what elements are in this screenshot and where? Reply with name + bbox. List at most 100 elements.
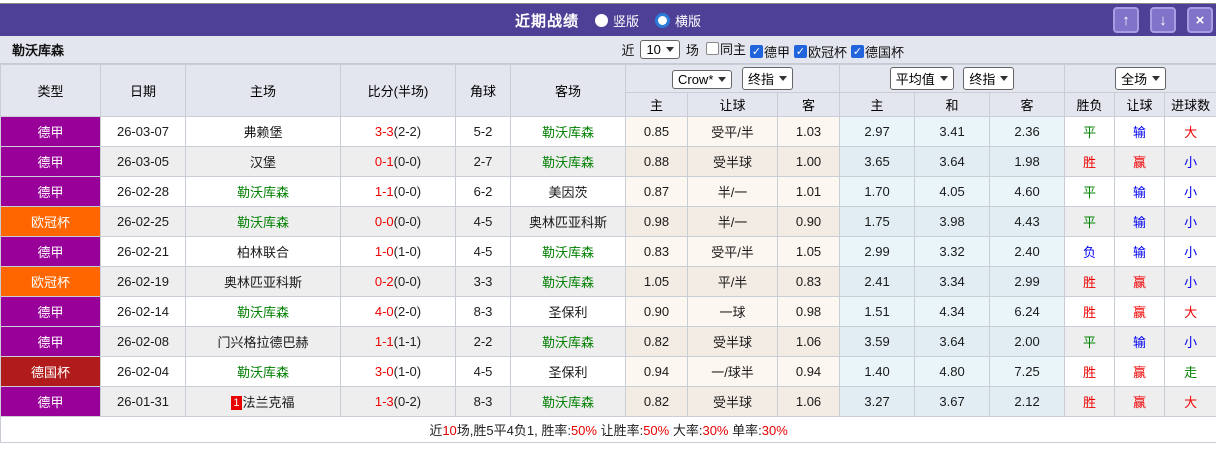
titlebar-buttons: ↑ ↓ × [1113,7,1213,33]
filter-checkbox-同主[interactable]: 同主 [705,39,746,58]
avg-away-cell: 2.36 [989,116,1066,147]
subcol-avg-draw: 和 [914,92,991,117]
avg-draw-cell: 4.34 [914,296,991,327]
league-filter-checkboxes: 同主 ✓ 德甲 ✓ 欧冠杯 ✓ 德国杯 [702,39,904,61]
panel-title: 近期战绩 [514,12,579,30]
score-cell: 1-3(0-2) [340,386,456,417]
filter-checkbox-德国杯[interactable]: ✓ 德国杯 [850,42,904,61]
avg-home-cell: 3.65 [839,146,916,177]
layout-option-horizontal[interactable]: 横版 [655,11,701,30]
summary-stat-value: 30% [761,423,788,438]
odds-away-cell: 1.06 [776,386,841,417]
date-cell: 26-03-05 [100,146,186,177]
away-team-cell: 勒沃库森 [510,326,626,357]
filter-checkbox-德甲[interactable]: ✓ 德甲 [749,42,790,61]
recent-count-select[interactable]: 10 [640,40,680,59]
home-team-name: 门兴格拉德巴赫 [217,335,309,350]
layout-option-vertical[interactable]: 竖版 [594,11,639,30]
result-wdl-cell: 胜 [1064,296,1116,327]
move-up-button[interactable]: ↑ [1113,7,1139,33]
odds-handicap-cell: 平/半 [687,266,778,297]
avg-home-cell: 2.99 [839,236,916,267]
bookmaker-group-header: Crow* 终指 [624,64,841,93]
odds-handicap-cell: 受半球 [687,146,778,177]
close-button[interactable]: × [1187,7,1213,33]
halftime-score: (0-0) [393,274,422,289]
bookmaker-select[interactable]: Crow* [671,70,733,89]
avg-draw-cell: 3.64 [914,146,991,177]
avg-draw-cell: 3.34 [914,266,991,297]
odds-home-cell: 0.85 [625,116,688,147]
odds-away-cell: 1.05 [776,236,841,267]
result-goals-cell: 大 [1164,116,1216,147]
match-row: 德国杯 26-02-04 勒沃库森 3-0(1-0) 4-5 圣保利 0.94 一/球半 0.9… [0,356,1216,387]
summary-stat-value: 30% [702,423,729,438]
odds-away-cell: 0.90 [776,206,841,237]
halftime-score: (0-2) [393,394,422,409]
result-goals-cell: 小 [1164,146,1216,177]
date-cell: 26-02-25 [100,206,186,237]
away-team-cell: 勒沃库森 [510,116,626,147]
date-cell: 26-02-28 [100,176,186,207]
date-cell: 26-01-31 [100,386,186,417]
league-cell: 德甲 [0,146,101,177]
chevron-down-icon [665,47,674,52]
checkbox-checked-icon: ✓ [793,44,807,58]
date-cell: 26-03-07 [100,116,186,147]
odds-handicap-cell: 一/球半 [687,356,778,387]
home-team-cell: 奥林匹亚科斯 [185,266,341,297]
chevron-down-icon [718,77,727,82]
score-cell: 0-2(0-0) [340,266,456,297]
average-group-header: 平均值 终指 [839,64,1066,93]
home-team-cell: 勒沃库森 [185,206,341,237]
result-handicap-cell: 赢 [1114,266,1166,297]
odds-away-cell: 0.94 [776,356,841,387]
odds-stage-select-1[interactable]: 终指 [742,67,794,90]
avg-home-cell: 1.75 [839,206,916,237]
home-team-name: 勒沃库森 [236,215,289,230]
result-wdl-cell: 平 [1064,176,1116,207]
odds-home-cell: 0.88 [625,146,688,177]
subcol-avg-home: 主 [839,92,916,117]
result-handicap-cell: 输 [1114,206,1166,237]
result-handicap-cell: 赢 [1114,356,1166,387]
date-cell: 26-02-08 [100,326,186,357]
recent-count-value: 10 [646,42,661,57]
odds-home-cell: 0.82 [625,386,688,417]
avg-draw-cell: 3.41 [914,116,991,147]
rank-badge: 1 [231,396,242,410]
away-team-name: 圣保利 [548,305,588,320]
home-team-cell: 1 法兰克福 [185,386,341,417]
average-select[interactable]: 平均值 [889,67,954,90]
league-cell: 欧冠杯 [0,206,101,237]
layout-option-horizontal-label: 横版 [675,13,702,29]
halftime-score: (1-0) [393,364,422,379]
home-team-name: 勒沃库森 [236,305,289,320]
summary-text: 近 [429,423,443,438]
away-team-name: 美因茨 [548,185,588,200]
move-down-button[interactable]: ↓ [1150,7,1176,33]
corner-cell: 8-3 [455,296,511,327]
result-handicap-cell: 输 [1114,326,1166,357]
odds-away-cell: 1.01 [776,176,841,207]
summary-row: 近10场,胜5平4负1, 胜率:50% 让胜率:50% 大率:30% 单率:30… [0,416,1216,443]
score-cell: 3-3(2-2) [340,116,456,147]
summary-stat-value: 50% [570,423,597,438]
avg-away-cell: 4.43 [989,206,1066,237]
corner-cell: 3-3 [455,266,511,297]
away-team-name: 勒沃库森 [541,395,594,410]
home-team-cell: 柏林联合 [185,236,341,267]
odds-stage-select-2[interactable]: 终指 [963,67,1015,90]
table-header: 类型 日期 主场 比分(半场) 角球 客场 Crow* 终指 平均值 终指 全场… [0,64,1216,117]
away-team-name: 勒沃库森 [541,335,594,350]
chevron-down-icon [1152,76,1161,81]
avg-draw-cell: 3.98 [914,206,991,237]
radio-unselected-icon [594,13,608,27]
arrow-up-icon: ↑ [1122,11,1130,29]
match-row: 德甲 26-03-05 汉堡 0-1(0-0) 2-7 勒沃库森 0.88 受半球 1.00 3.… [0,146,1216,177]
control-row: 勒沃库森 近 10 场 同主 ✓ 德甲 ✓ 欧冠杯 ✓ 德国杯 [0,36,1216,64]
scope-select[interactable]: 全场 [1115,67,1167,90]
home-team-cell: 弗赖堡 [185,116,341,147]
corner-cell: 2-7 [455,146,511,177]
filter-checkbox-欧冠杯[interactable]: ✓ 欧冠杯 [793,42,847,61]
